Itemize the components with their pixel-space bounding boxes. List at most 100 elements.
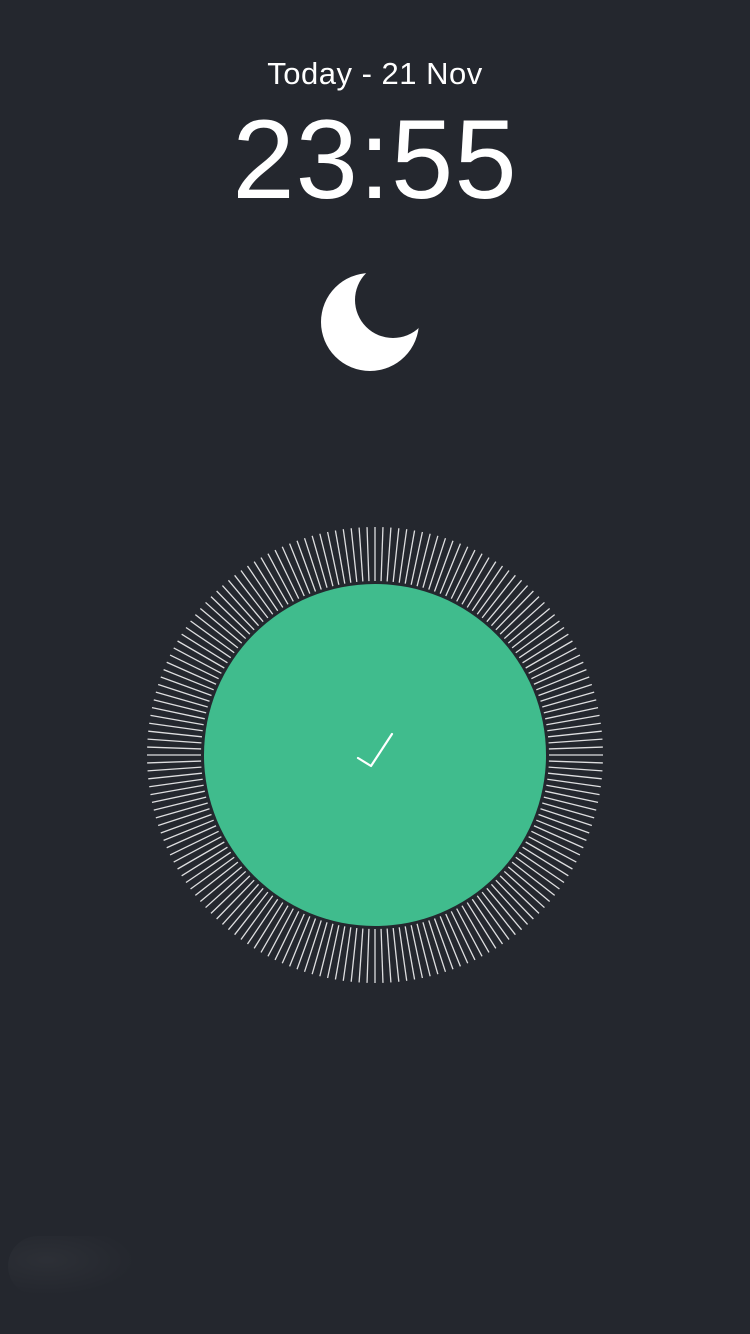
dial-tick [392, 927, 400, 982]
dial-tick [185, 851, 232, 884]
dial-tick [398, 927, 408, 981]
date-label: Today - 21 Nov [267, 56, 483, 91]
dial-tick [148, 772, 203, 780]
moon-icon [318, 270, 422, 374]
dial-tick [350, 927, 358, 982]
dial-tick [358, 527, 364, 582]
dial-tick [319, 923, 334, 977]
dial-tick [311, 922, 328, 975]
dial-tick [227, 887, 264, 931]
dial-tick [547, 722, 601, 732]
dial-tick [366, 527, 370, 582]
time-display: 23:55 [232, 97, 518, 222]
dial-tick [548, 746, 603, 750]
dial-tick [380, 928, 384, 983]
dial-tick [481, 574, 516, 619]
dial-tick [227, 579, 264, 623]
dial-tick [490, 585, 529, 627]
dial-tick [522, 846, 569, 877]
dial-tick [542, 802, 595, 819]
dial-tick [540, 683, 593, 702]
dial-tick [503, 870, 545, 909]
dial-tick [234, 891, 269, 936]
dial-tick [190, 856, 235, 890]
dial-tick [547, 778, 601, 788]
dial-tick [380, 527, 384, 582]
dial-tick [543, 796, 597, 811]
dial-tick [522, 633, 569, 664]
dial-tick [303, 920, 322, 973]
dial-tick [466, 902, 497, 949]
dial-tick [542, 691, 595, 708]
dial-tick [253, 561, 284, 608]
dial-tick [547, 730, 602, 738]
dial-tick [194, 614, 239, 649]
dial-tick [181, 846, 228, 877]
dial-tick [386, 527, 392, 582]
dial-tick [398, 529, 408, 583]
dial-tick [422, 535, 439, 588]
dial-tick [216, 590, 255, 631]
dial-tick [499, 596, 540, 635]
dial-tick [495, 590, 534, 631]
dial-tick [476, 570, 510, 615]
confirm-button[interactable] [204, 584, 546, 926]
dial-tick [205, 601, 247, 640]
dial-tick [177, 841, 225, 870]
dial-tick [518, 626, 565, 659]
dial-tick [260, 905, 289, 953]
dial-tick [190, 620, 235, 654]
dial-tick [199, 866, 243, 903]
dial-tick [149, 778, 203, 788]
dial-tick [515, 856, 560, 890]
dial-tick [507, 607, 551, 644]
dial-tick [303, 537, 322, 590]
dial-tick [246, 898, 279, 945]
dial-tick [511, 614, 556, 649]
dial-tick [548, 760, 603, 764]
dial-tick [205, 870, 247, 909]
dial-tick [428, 537, 447, 590]
dial-tick [311, 535, 328, 588]
dial-tick [547, 772, 602, 780]
dial-tick [476, 895, 510, 940]
dial-tick [155, 802, 208, 819]
dial-tick [540, 808, 593, 827]
dial-tick [386, 928, 392, 983]
dial-tick [342, 927, 352, 981]
dial-tick [548, 766, 603, 772]
dial-tick [515, 620, 560, 654]
dial-tick [157, 808, 210, 827]
dial-tick [358, 928, 364, 983]
dial-tick [210, 875, 251, 914]
dial-tick [319, 533, 334, 587]
dial-tick [147, 738, 202, 744]
dial-tick [543, 699, 597, 714]
dial-tick [486, 887, 523, 931]
dial-tick [461, 905, 490, 953]
dial-tick [471, 898, 504, 945]
dial-tick [153, 796, 207, 811]
dial-tick [149, 722, 203, 732]
dial-tick [210, 596, 251, 635]
dial-tick [350, 528, 358, 583]
dial-tick [342, 529, 352, 583]
dial-tick [461, 557, 490, 605]
dial-tick [194, 861, 239, 896]
dial-tick [422, 922, 439, 975]
dial-tick [416, 533, 431, 587]
dial-tick [157, 683, 210, 702]
dial-tick [507, 866, 551, 903]
dial-tick [416, 923, 431, 977]
dial-tick [503, 601, 545, 640]
dial-tick [548, 738, 603, 744]
dial-tick [221, 585, 260, 627]
dial-tick [499, 875, 540, 914]
dial-tick [246, 565, 279, 612]
dial-tick [147, 746, 202, 750]
dial-tick [181, 633, 228, 664]
dial-tick [147, 760, 202, 764]
dial-tick [525, 841, 573, 870]
dial-tick [481, 891, 516, 936]
dial-tick [518, 851, 565, 884]
